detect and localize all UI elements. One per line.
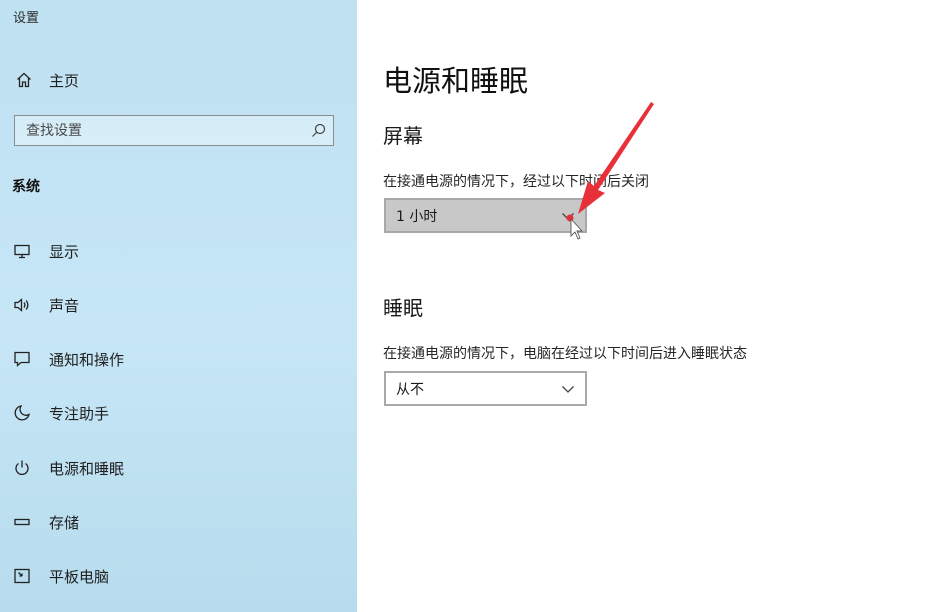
sidebar-item-label: 平板电脑 (49, 567, 110, 586)
sidebar-item-notifications[interactable]: 通知和操作 (12, 347, 124, 371)
sidebar-item-sound[interactable]: 声音 (12, 293, 79, 317)
sidebar-item-display[interactable]: 显示 (12, 239, 79, 263)
sidebar-item-tablet[interactable]: 平板电脑 (12, 564, 109, 588)
sidebar-item-label: 声音 (49, 296, 80, 315)
screen-description: 在接通电源的情况下，经过以下时间后关闭 (383, 174, 649, 190)
sleep-section-title: 睡眠 (383, 296, 423, 320)
sidebar-item-power-sleep[interactable]: 电源和睡眠 (12, 456, 124, 480)
sleep-timeout-dropdown[interactable]: 从不 (384, 371, 587, 406)
sidebar-item-label: 存储 (49, 513, 80, 532)
notification-icon (12, 349, 32, 369)
search-input[interactable] (15, 116, 316, 145)
moon-icon (12, 403, 32, 423)
page-title: 电源和睡眠 (383, 64, 529, 98)
sleep-timeout-value: 从不 (396, 381, 424, 398)
sidebar-home[interactable]: 主页 (14, 67, 79, 93)
sidebar-home-label: 主页 (49, 71, 80, 90)
speaker-icon (12, 295, 32, 315)
sidebar: 设置 主页 系统 显示 声音 通知和操作 专注助手 (0, 0, 357, 612)
sidebar-item-storage[interactable]: 存储 (12, 510, 79, 534)
home-icon (14, 70, 34, 90)
sidebar-item-focus-assist[interactable]: 专注助手 (12, 401, 109, 425)
sidebar-item-label: 显示 (49, 242, 80, 261)
monitor-icon (12, 241, 32, 261)
sidebar-item-label: 通知和操作 (49, 350, 125, 369)
tablet-icon (12, 566, 32, 586)
section-title-system: 系统 (12, 179, 40, 195)
storage-icon (12, 512, 32, 532)
sleep-description: 在接通电源的情况下，电脑在经过以下时间后进入睡眠状态 (383, 346, 747, 362)
search-icon[interactable] (310, 122, 327, 139)
chevron-down-icon (561, 210, 575, 222)
screen-section-title: 屏幕 (383, 124, 423, 148)
sidebar-item-label: 专注助手 (49, 404, 110, 423)
window-title: 设置 (13, 11, 40, 26)
screen-timeout-dropdown[interactable]: 1 小时 (384, 198, 587, 233)
main-content: 电源和睡眠 屏幕 在接通电源的情况下，经过以下时间后关闭 1 小时 睡眠 在接通… (357, 0, 934, 612)
search-box[interactable] (14, 115, 334, 146)
sidebar-item-label: 电源和睡眠 (49, 459, 125, 478)
screen-timeout-value: 1 小时 (396, 208, 438, 225)
power-icon (12, 458, 32, 478)
chevron-down-icon (561, 383, 575, 395)
